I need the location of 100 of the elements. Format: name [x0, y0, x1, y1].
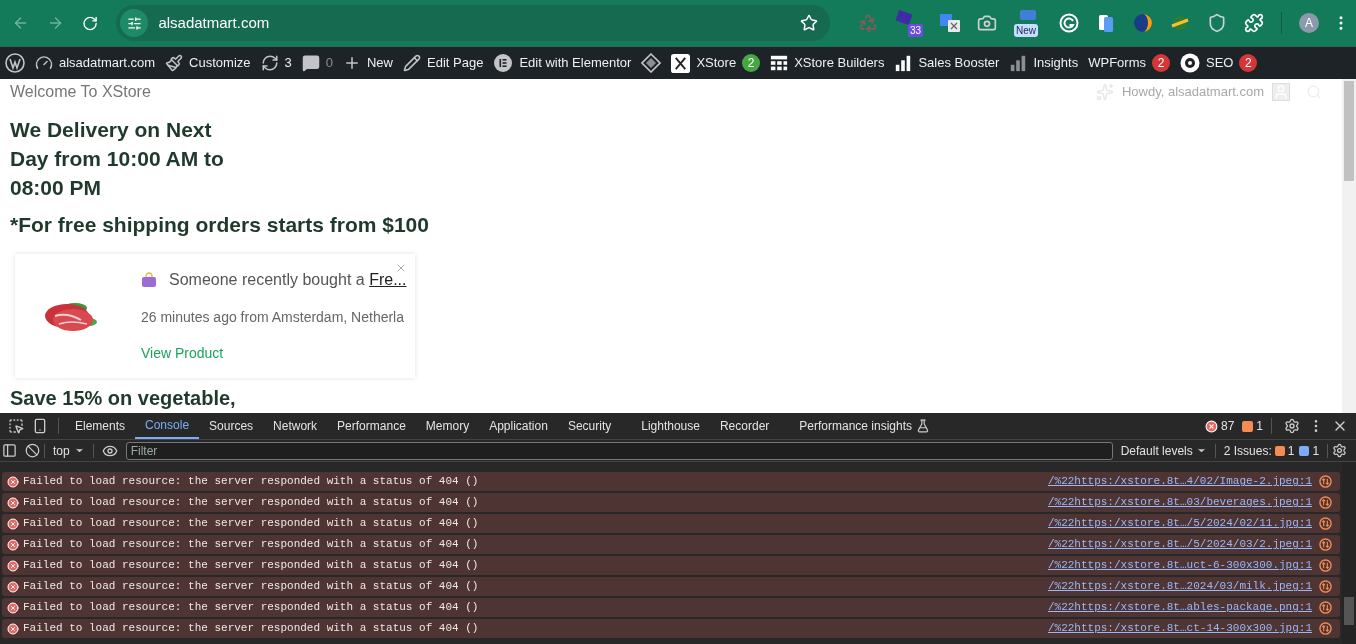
admin-bar-item[interactable]: 0	[296, 47, 338, 79]
context-dropdown[interactable]: top	[49, 441, 89, 460]
camera-icon[interactable]	[977, 13, 997, 33]
error-icon	[7, 538, 19, 551]
globe-icon[interactable]	[1170, 13, 1190, 33]
error-message: Failed to load resource: the server responded with a status of 404 ()	[23, 558, 480, 574]
devtools-tab[interactable]: Console	[135, 413, 200, 439]
devtools-tab[interactable]: Sources	[199, 413, 264, 439]
network-request-icon[interactable]	[1319, 496, 1332, 509]
devtools-tab[interactable]: Lighthouse	[631, 413, 710, 439]
admin-bar-item[interactable]: Customize	[160, 47, 256, 79]
flask-icon	[916, 419, 931, 433]
phones-icon[interactable]	[1096, 13, 1116, 33]
plus-icon	[343, 54, 361, 72]
refresh-icon	[260, 54, 279, 72]
error-message: Failed to load resource: the server responded with a status of 404 ()	[23, 537, 480, 553]
devtools-tab[interactable]: Memory	[415, 413, 480, 439]
network-request-icon[interactable]	[1319, 517, 1332, 530]
admin-bar-item[interactable]: alsadatmart.com	[30, 47, 161, 79]
error-icon	[1204, 419, 1218, 433]
layout-grid-icon	[770, 54, 789, 72]
network-request-icon[interactable]	[1319, 601, 1332, 614]
source-link[interactable]: /%22https:/xstore.8t…4/02/Image-2.jpeg:1	[1047, 473, 1312, 490]
source-link[interactable]: /%22https:/xstore.8t…ables-package.png:1	[1047, 599, 1312, 616]
comment-icon	[301, 54, 320, 72]
admin-bar-item[interactable]: Sales Booster	[889, 47, 1005, 79]
admin-bar-item[interactable]: XStore 2	[666, 47, 766, 79]
error-count[interactable]: 87	[1220, 417, 1235, 435]
error-icon	[7, 496, 19, 509]
seo-gear-icon	[1180, 53, 1200, 73]
devtools-tab[interactable]: Security	[557, 413, 622, 439]
source-link[interactable]: /%22https:/xstore.8t…uct-6-300x300.jpg:1	[1047, 557, 1312, 574]
error-icon	[7, 580, 19, 593]
address-bar[interactable]: alsadatmart.com	[116, 5, 830, 41]
devtools-tab[interactable]: Application	[479, 413, 558, 439]
bar-chart-icon	[894, 54, 913, 72]
devtools-tab[interactable]: Performance insights	[789, 413, 923, 439]
network-request-icon[interactable]	[1319, 622, 1332, 635]
source-link[interactable]: /%22https:/xstore.8t…/5/2024/03/2.jpeg:1	[1047, 536, 1312, 553]
network-request-icon[interactable]	[1319, 559, 1332, 572]
orb-icon[interactable]	[1133, 13, 1153, 33]
admin-bar-item[interactable]: Edit Page	[398, 47, 489, 79]
network-request-icon[interactable]	[1319, 475, 1332, 488]
network-request-icon[interactable]	[1319, 538, 1332, 551]
warning-count[interactable]: 1	[1256, 417, 1263, 435]
source-link[interactable]: /%22https:/xstore.8t…/5/2024/02/11.jpg:1	[1047, 515, 1312, 532]
network-request-icon[interactable]	[1319, 580, 1332, 593]
wordpress-icon[interactable]	[5, 53, 25, 73]
info-icon	[1299, 445, 1310, 456]
admin-bar-item[interactable]: New	[338, 47, 398, 79]
extensions-icon[interactable]	[1244, 13, 1264, 33]
product-link[interactable]: Fre...	[369, 271, 407, 288]
error-message: Failed to load resource: the server responded with a status of 404 ()	[23, 600, 480, 616]
shield-icon[interactable]	[1207, 13, 1227, 33]
delivery-heading: We Delivery on Next	[10, 117, 213, 143]
shopping-bag-icon	[141, 272, 157, 288]
bookmark-star-icon[interactable]	[800, 14, 818, 32]
clear-console-icon[interactable]	[25, 443, 40, 458]
log-levels-dropdown[interactable]: Default levels	[1116, 441, 1211, 460]
devtools-tab[interactable]: Performance	[327, 413, 416, 439]
paintbrush-icon	[165, 54, 184, 72]
admin-bar-item[interactable]: WPForms 2	[1083, 47, 1175, 79]
diamond-icon[interactable]	[641, 53, 662, 73]
source-link[interactable]: /%22https:/xstore.8t…2024/03/milk.jpeg:1	[1047, 578, 1312, 595]
device-toolbar-icon[interactable]	[32, 418, 48, 434]
grammar-g-icon[interactable]	[1059, 13, 1079, 33]
devtools-tab[interactable]: Network	[263, 413, 328, 439]
count-badge: 2	[1239, 54, 1258, 72]
admin-bar-item[interactable]: 3	[255, 47, 297, 79]
warning-icon	[1274, 445, 1285, 456]
count-badge: 2	[742, 54, 761, 72]
delivery-heading: Day from 10:00 AM to	[10, 146, 225, 172]
error-icon	[7, 601, 19, 614]
pencil-icon	[403, 54, 421, 72]
admin-bar-item[interactable]: Edit with Elementor	[488, 47, 637, 79]
count-badge: 2	[1152, 54, 1170, 72]
scrollbar[interactable]	[1342, 79, 1356, 413]
settings-icon[interactable]	[1284, 418, 1300, 434]
devtools-tab[interactable]: Elements	[65, 413, 136, 439]
sidebar-toggle-icon[interactable]	[2, 443, 17, 458]
admin-bar-item[interactable]: XStore Builders	[765, 47, 890, 79]
translate-icon[interactable]	[940, 13, 960, 33]
error-icon	[7, 622, 19, 635]
site-settings-icon[interactable]	[126, 15, 142, 31]
devtools-tab[interactable]: Recorder	[709, 413, 780, 439]
admin-bar-item[interactable]: SEO 2	[1175, 47, 1263, 79]
source-link[interactable]: /%22https:/xstore.8t…03/beverages.jpeg:1	[1047, 494, 1312, 511]
console-settings-icon[interactable]	[1332, 443, 1348, 458]
error-icon	[7, 475, 19, 488]
scrollbar[interactable]	[1342, 462, 1356, 644]
issues-button[interactable]: 2 Issues: 1 1	[1219, 441, 1324, 460]
reload-icon[interactable]	[82, 14, 99, 32]
bar-chart-icon	[1009, 54, 1028, 72]
error-message: Failed to load resource: the server responded with a status of 404 ()	[23, 495, 480, 511]
admin-bar-item[interactable]: Insights	[1004, 47, 1084, 79]
error-message: Failed to load resource: the server responded with a status of 404 ()	[23, 621, 480, 637]
filter-field[interactable]: Filter	[125, 441, 1113, 460]
inspect-icon[interactable]	[8, 418, 24, 434]
source-link[interactable]: /%22https:/xstore.8t…ct-14-300x300.jpg:1	[1047, 620, 1312, 637]
error-icon	[7, 559, 19, 572]
